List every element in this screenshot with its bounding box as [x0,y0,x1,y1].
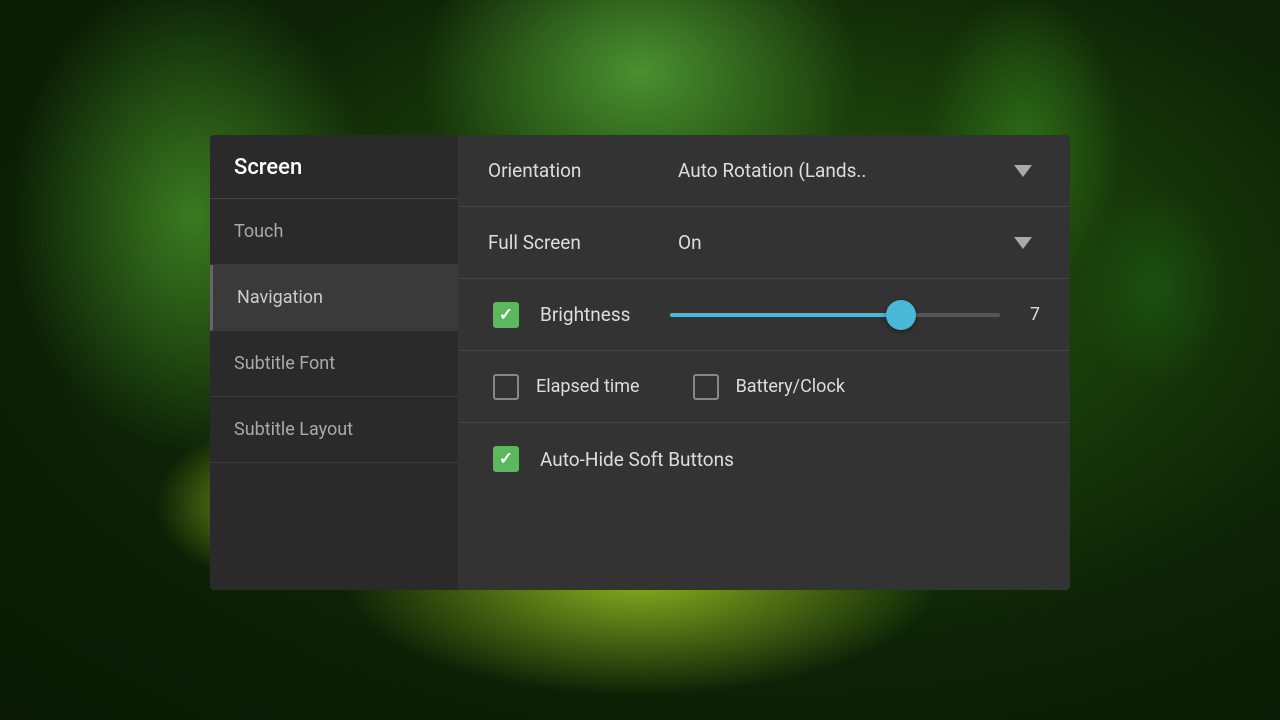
brightness-slider-container: 7 [670,304,1040,325]
brightness-value: 7 [1016,304,1040,325]
settings-dialog: Screen Touch Navigation Subtitle Font Su… [210,135,1070,590]
sidebar-item-navigation[interactable]: Navigation [210,265,458,331]
fullscreen-label: Full Screen [488,231,678,254]
brightness-slider-track[interactable] [670,313,1000,317]
battery-clock-option: Battery/Clock [688,374,845,400]
elapsed-time-checkbox-container[interactable] [488,374,524,400]
elapsed-time-checkbox[interactable] [493,374,519,400]
brightness-checkbox[interactable] [493,302,519,328]
fullscreen-value-container[interactable]: On [678,231,1040,254]
fullscreen-dropdown-arrow [1014,237,1032,249]
autohide-row: Auto-Hide Soft Buttons [458,423,1070,495]
orientation-label: Orientation [488,159,678,182]
brightness-slider-fill [670,313,901,317]
brightness-label: Brightness [540,303,670,326]
orientation-value: Auto Rotation (Lands.. [678,159,866,182]
autohide-checkbox[interactable] [493,446,519,472]
sidebar-item-touch[interactable]: Touch [210,199,458,265]
orientation-dropdown-arrow [1014,165,1032,177]
autohide-label: Auto-Hide Soft Buttons [540,448,734,471]
battery-clock-label: Battery/Clock [736,376,845,397]
options-row: Elapsed time Battery/Clock [458,351,1070,423]
battery-clock-checkbox-container[interactable] [688,374,724,400]
elapsed-time-option: Elapsed time [488,374,640,400]
sidebar-item-subtitle-font[interactable]: Subtitle Font [210,331,458,397]
brightness-slider-thumb[interactable] [886,300,916,330]
battery-clock-checkbox[interactable] [693,374,719,400]
sidebar-header: Screen [210,135,458,199]
brightness-row: Brightness 7 [458,279,1070,351]
brightness-checkbox-container[interactable] [488,302,524,328]
orientation-row: Orientation Auto Rotation (Lands.. [458,135,1070,207]
content-area: Orientation Auto Rotation (Lands.. Full … [458,135,1070,590]
fullscreen-value: On [678,231,702,254]
elapsed-time-label: Elapsed time [536,376,640,397]
orientation-value-container[interactable]: Auto Rotation (Lands.. [678,159,1040,182]
sidebar: Screen Touch Navigation Subtitle Font Su… [210,135,458,590]
sidebar-item-subtitle-layout[interactable]: Subtitle Layout [210,397,458,463]
fullscreen-row: Full Screen On [458,207,1070,279]
autohide-checkbox-container[interactable] [488,446,524,472]
